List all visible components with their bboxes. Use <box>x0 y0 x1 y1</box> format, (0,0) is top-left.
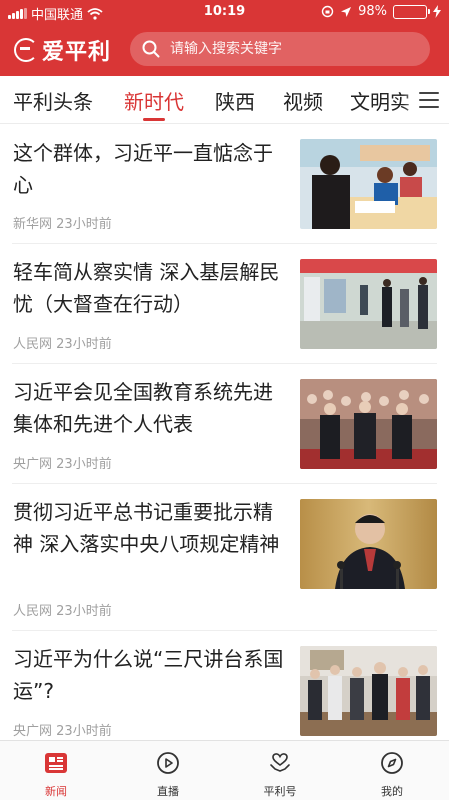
news-source: 央广网 <box>13 724 53 739</box>
classroom-photo <box>300 139 437 229</box>
logo-mark-icon <box>14 38 38 62</box>
news-time: 23小时前 <box>56 457 112 472</box>
nav-pingli-account[interactable]: 平利号 <box>224 741 336 800</box>
news-meta: 央广网 23小时前 <box>13 720 112 739</box>
charging-bolt-icon <box>433 5 441 18</box>
nav-live[interactable]: 直播 <box>112 741 224 800</box>
tab-video[interactable]: 视频 <box>283 86 323 115</box>
nav-label: 平利号 <box>263 785 297 798</box>
channel-menu-icon[interactable] <box>419 92 439 108</box>
location-arrow-icon <box>341 6 352 17</box>
news-meta: 央广网 23小时前 <box>13 453 112 472</box>
nav-me[interactable]: 我的 <box>336 741 448 800</box>
news-item[interactable]: 轻车简从察实情 深入基层解民忧（大督查在行动） 人民网 23小时前 <box>0 244 449 364</box>
school-visit-photo <box>300 646 437 736</box>
search-icon <box>142 40 160 58</box>
heart-hand-icon <box>270 753 290 772</box>
news-title: 习近平会见全国教育系统先进集体和先进个人代表 <box>13 380 273 436</box>
news-feed: 这个群体，习近平一直惦念于心 新华网 23小时前 轻车简从察实情 深入基层解民忧… <box>0 125 449 740</box>
news-title: 轻车简从察实情 深入基层解民忧（大督查在行动） <box>13 260 280 316</box>
news-time: 23小时前 <box>56 604 112 619</box>
news-source: 人民网 <box>13 604 53 619</box>
tab-new-era[interactable]: 新时代 <box>124 86 184 115</box>
status-bar: 中国联通 10:19 98% <box>0 0 449 24</box>
tab-shaanxi[interactable]: 陕西 <box>215 86 255 115</box>
news-item[interactable]: 这个群体，习近平一直惦念于心 新华网 23小时前 <box>0 125 449 244</box>
news-meta: 人民网 23小时前 <box>13 333 112 352</box>
news-source: 人民网 <box>13 337 53 352</box>
meeting-crowd-photo <box>300 379 437 469</box>
news-item[interactable]: 贯彻习近平总书记重要批示精神 深入落实中央八项规定精神 人民网 23小时前 <box>0 484 449 631</box>
news-title: 贯彻习近平总书记重要批示精神 深入落实中央八项规定精神 <box>13 500 280 556</box>
news-item[interactable]: 习近平会见全国教育系统先进集体和先进个人代表 央广网 23小时前 <box>0 364 449 484</box>
search-bar[interactable] <box>130 32 430 66</box>
news-meta: 人民网 23小时前 <box>13 600 112 619</box>
news-time: 23小时前 <box>56 337 112 352</box>
bottom-navigation: 新闻 直播 平利号 我的 <box>0 740 449 800</box>
nav-label: 新闻 <box>45 785 67 798</box>
rotation-lock-icon <box>321 5 334 18</box>
app-logo[interactable]: 爱平利 <box>14 34 111 66</box>
inspection-photo <box>300 259 437 349</box>
news-title: 习近平为什么说“三尺讲台系国运”? <box>13 647 284 703</box>
newspaper-icon <box>45 753 67 773</box>
news-item[interactable]: 习近平为什么说“三尺讲台系国运”? 央广网 23小时前 <box>0 631 449 740</box>
news-time: 23小时前 <box>56 724 112 739</box>
category-tabs: 平利头条 新时代 陕西 视频 文明实 <box>0 76 449 124</box>
active-tab-indicator <box>143 118 165 121</box>
app-bar: 爱平利 <box>0 28 449 72</box>
news-time: 23小时前 <box>56 217 112 232</box>
speaker-photo <box>300 499 437 589</box>
tab-pingli-headlines[interactable]: 平利头条 <box>13 86 93 115</box>
logo-text: 爱平利 <box>42 39 112 65</box>
tab-civilization[interactable]: 文明实 <box>350 86 410 115</box>
battery-percent: 98% <box>358 4 387 19</box>
play-icon <box>157 752 179 774</box>
news-source: 央广网 <box>13 457 53 472</box>
compass-icon <box>381 752 403 774</box>
news-title: 这个群体，习近平一直惦念于心 <box>13 141 273 197</box>
news-source: 新华网 <box>13 217 53 232</box>
battery-icon <box>393 4 430 19</box>
news-meta: 新华网 23小时前 <box>13 213 112 232</box>
nav-news[interactable]: 新闻 <box>0 741 112 800</box>
nav-label: 直播 <box>157 785 179 798</box>
nav-label: 我的 <box>381 785 403 798</box>
search-input[interactable] <box>170 41 410 57</box>
app-header: 中国联通 10:19 98% 爱平利 <box>0 0 449 76</box>
